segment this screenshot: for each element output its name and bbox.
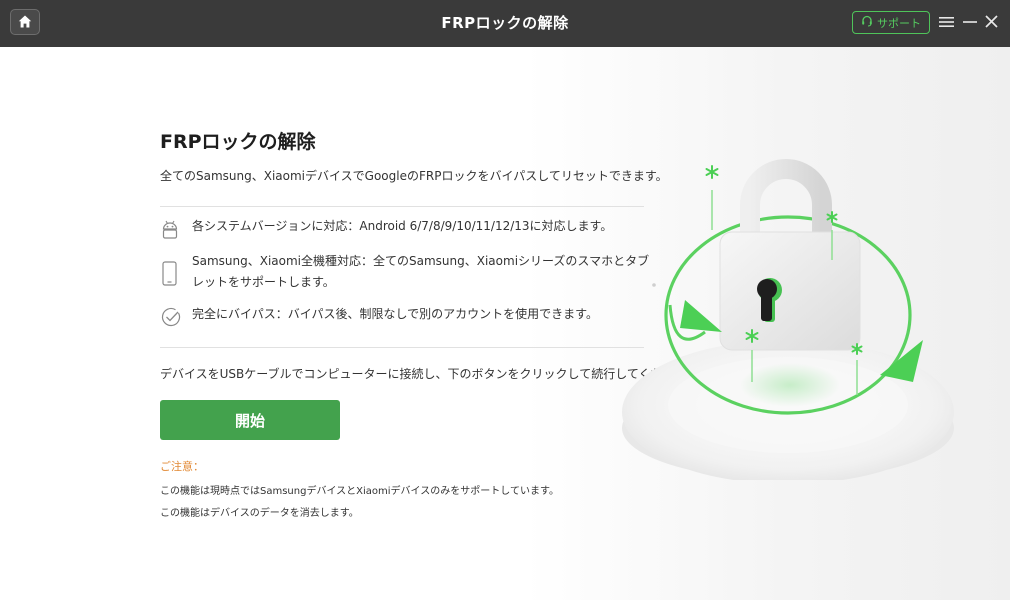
- android-icon: [160, 216, 192, 244]
- feature-text: 各システムバージョンに対応：Android 6/7/8/9/10/11/12/1…: [192, 219, 613, 233]
- menu-button[interactable]: [937, 12, 955, 32]
- lock-illustration: [610, 150, 1010, 484]
- check-circle-icon: [160, 304, 192, 332]
- support-button[interactable]: サポート: [852, 11, 930, 34]
- hamburger-menu-icon: [938, 13, 954, 32]
- home-icon: [18, 13, 32, 32]
- headset-icon: [861, 15, 873, 30]
- close-icon: [984, 13, 998, 32]
- home-button[interactable]: [10, 9, 40, 35]
- title-bar: FRPロックの解除 サポート: [0, 0, 1010, 47]
- notes-title: ご注意：: [160, 460, 204, 473]
- divider: [160, 206, 644, 207]
- feature-full-bypass: 完全にバイパス：バイパス後、制限なしで別のアカウントを使用できます。: [160, 304, 650, 332]
- page-subtitle: 全てのSamsung、XiaomiデバイスでGoogleのFRPロックをバイパス…: [160, 169, 668, 183]
- support-label: サポート: [877, 16, 921, 30]
- phone-icon: [160, 251, 192, 291]
- note-line: この機能はデバイスのデータを消去します。: [160, 508, 359, 519]
- feature-text: 完全にバイパス：バイパス後、制限なしで別のアカウントを使用できます。: [192, 307, 598, 321]
- divider: [160, 347, 644, 348]
- feature-text: Samsung、Xiaomi全機種対応：全てのSamsung、Xiaomiシリー…: [192, 254, 650, 289]
- minimize-button[interactable]: [961, 12, 979, 32]
- minimize-icon: [963, 13, 977, 32]
- page-title: FRPロックの解除: [160, 131, 316, 153]
- feature-all-models: Samsung、Xiaomi全機種対応：全てのSamsung、Xiaomiシリー…: [160, 251, 650, 293]
- start-button[interactable]: 開始: [160, 400, 340, 440]
- note-line: この機能は現時点ではSamsungデバイスとXiaomiデバイスのみをサポートし…: [160, 486, 559, 497]
- close-button[interactable]: [982, 12, 1000, 32]
- feature-android-versions: 各システムバージョンに対応：Android 6/7/8/9/10/11/12/1…: [160, 216, 650, 244]
